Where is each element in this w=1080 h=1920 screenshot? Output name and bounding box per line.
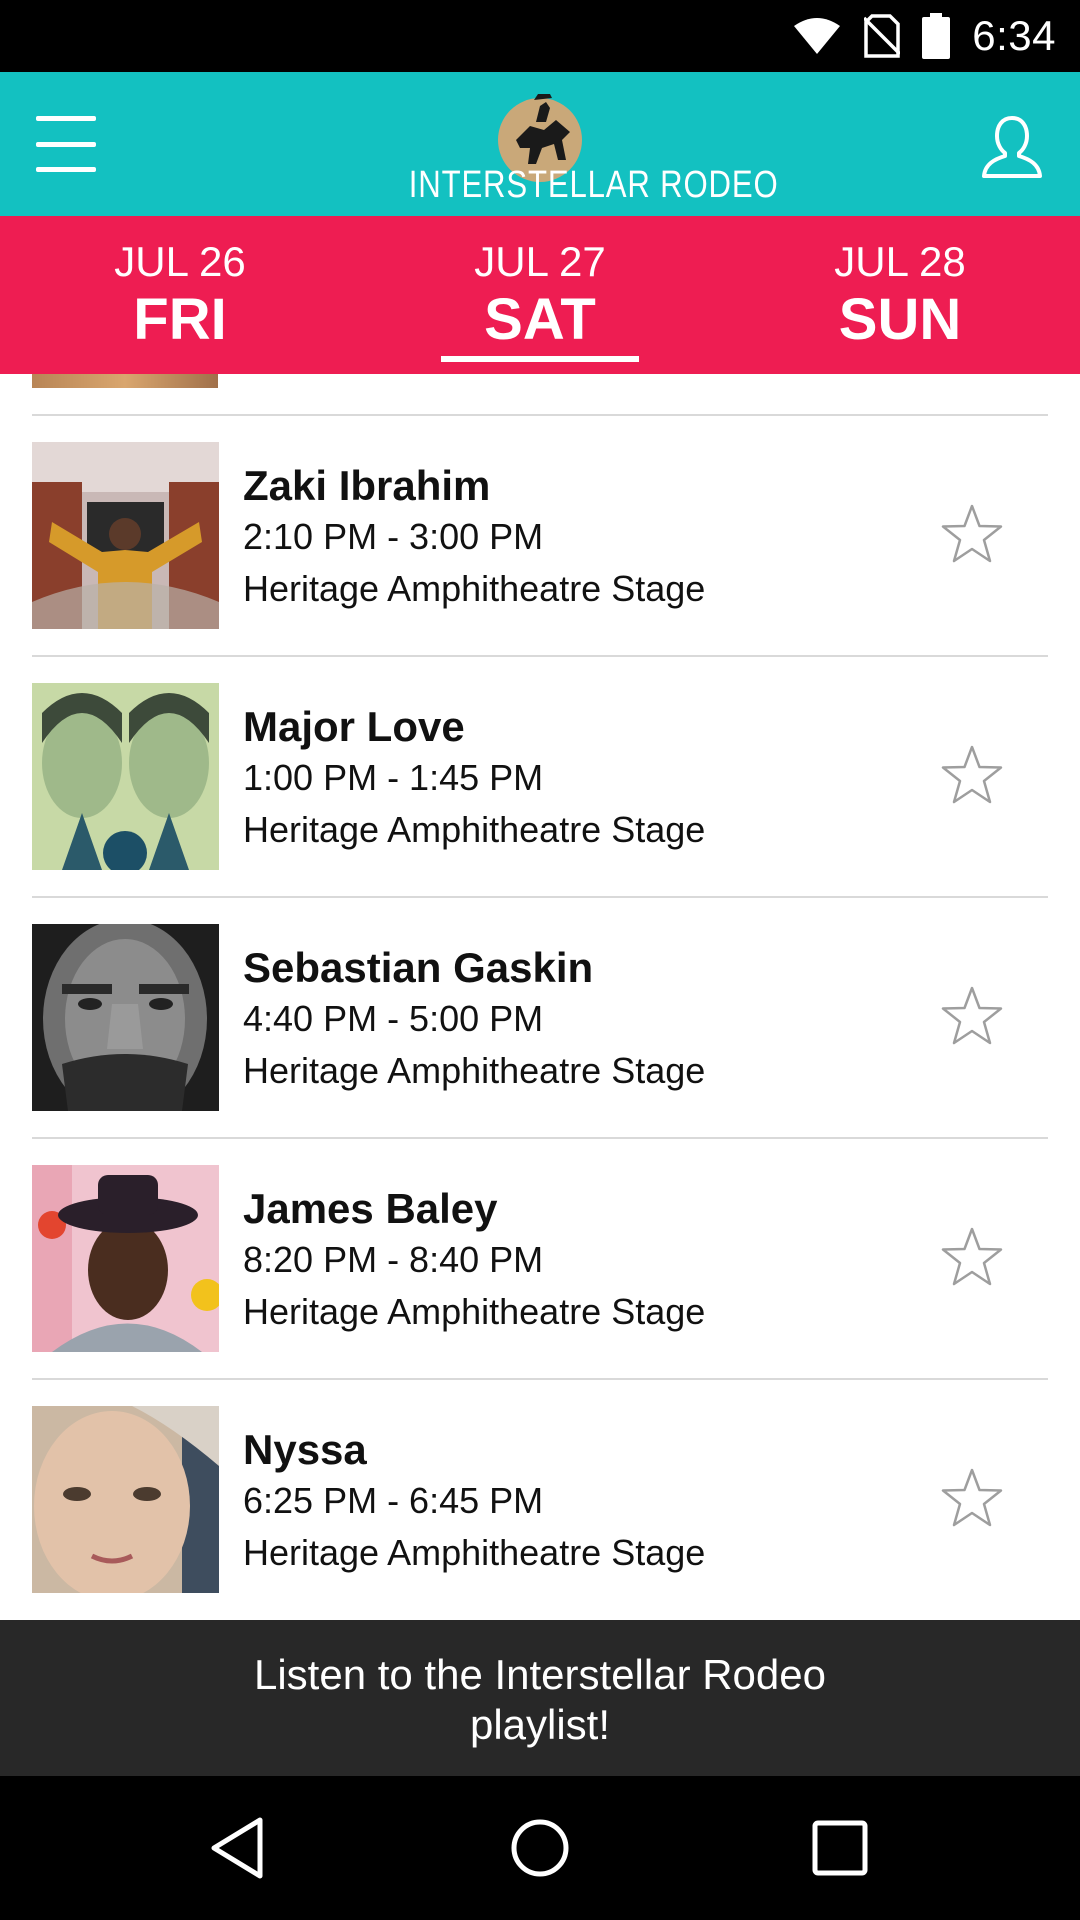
- status-bar: 6:34: [0, 0, 1080, 72]
- no-sim-icon: [864, 14, 901, 58]
- tab-date: JUL 26: [114, 238, 246, 285]
- artist-row[interactable]: Sebastian Gaskin 4:40 PM - 5:00 PM Herit…: [32, 896, 1048, 1137]
- artist-photo: [32, 924, 219, 1111]
- tab-date: JUL 28: [834, 238, 966, 285]
- partial-artist-thumbnail: [32, 374, 218, 388]
- favorite-star-icon[interactable]: [940, 502, 1004, 566]
- artist-time: 1:00 PM - 1:45 PM: [243, 757, 544, 798]
- artist-photo: [32, 1406, 219, 1593]
- favorite-star-icon[interactable]: [940, 743, 1004, 807]
- artist-row[interactable]: James Baley 8:20 PM - 8:40 PM Heritage A…: [32, 1137, 1048, 1378]
- day-tabs: JUL 26 FRI JUL 27 SAT JUL 28 SUN: [0, 216, 1080, 374]
- artist-stage: Heritage Amphitheatre Stage: [243, 1291, 706, 1332]
- artist-name: Zaki Ibrahim: [243, 462, 491, 509]
- tab-jul-27[interactable]: JUL 27 SAT: [360, 216, 720, 374]
- user-profile-icon[interactable]: [980, 112, 1044, 180]
- artist-name: Nyssa: [243, 1426, 367, 1473]
- home-circle-icon[interactable]: [498, 1806, 582, 1890]
- tab-jul-28[interactable]: JUL 28 SUN: [720, 216, 1080, 374]
- wifi-icon: [794, 18, 841, 54]
- playlist-banner-button[interactable]: Listen to the Interstellar Rodeo playlis…: [0, 1620, 1080, 1776]
- artist-time: 8:20 PM - 8:40 PM: [243, 1239, 544, 1280]
- favorite-star-icon[interactable]: [940, 1466, 1004, 1530]
- hamburger-menu-icon: [36, 116, 96, 121]
- recents-square-icon[interactable]: [798, 1806, 882, 1890]
- artist-row[interactable]: Major Love 1:00 PM - 1:45 PM Heritage Am…: [32, 655, 1048, 896]
- tab-day: SUN: [838, 287, 962, 352]
- battery-icon: [922, 13, 951, 59]
- favorite-star-icon[interactable]: [940, 1225, 1004, 1289]
- back-triangle-icon[interactable]: [198, 1806, 282, 1890]
- artist-stage: Heritage Amphitheatre Stage: [243, 1050, 706, 1091]
- logo-text: INTERSTELLAR RODEO: [408, 164, 779, 206]
- artist-name: James Baley: [243, 1185, 498, 1232]
- app-header: INTERSTELLAR RODEO: [0, 72, 1080, 216]
- selected-tab-indicator: [441, 356, 639, 362]
- favorite-star-icon[interactable]: [940, 984, 1004, 1048]
- status-time: 6:34: [972, 12, 1056, 59]
- artist-name: Major Love: [243, 703, 465, 750]
- artist-row[interactable]: Nyssa 6:25 PM - 6:45 PM Heritage Amphith…: [32, 1378, 1048, 1619]
- system-nav-bar: [0, 1776, 1080, 1920]
- artist-name: Sebastian Gaskin: [243, 944, 594, 991]
- artist-photo: [32, 1165, 219, 1352]
- artist-stage: Heritage Amphitheatre Stage: [243, 568, 706, 609]
- tab-date: JUL 27: [474, 238, 606, 285]
- tab-day: FRI: [133, 287, 227, 352]
- artist-time: 6:25 PM - 6:45 PM: [243, 1480, 544, 1521]
- app-logo: INTERSTELLAR RODEO: [380, 80, 779, 210]
- artist-time: 4:40 PM - 5:00 PM: [243, 998, 544, 1039]
- artist-photo: [32, 442, 219, 629]
- artist-time: 2:10 PM - 3:00 PM: [243, 516, 544, 557]
- artist-stage: Heritage Amphitheatre Stage: [243, 809, 706, 850]
- tab-day: SAT: [484, 287, 596, 352]
- artist-row[interactable]: Zaki Ibrahim 2:10 PM - 3:00 PM Heritage …: [32, 414, 1048, 655]
- artist-list[interactable]: Zaki Ibrahim 2:10 PM - 3:00 PM Heritage …: [0, 374, 1080, 1620]
- menu-button[interactable]: [36, 116, 96, 172]
- playlist-banner-text: Listen to the Interstellar Rodeo playlis…: [253, 1651, 826, 1748]
- tab-jul-26[interactable]: JUL 26 FRI: [0, 216, 360, 374]
- artist-photo: [32, 683, 219, 870]
- artist-stage: Heritage Amphitheatre Stage: [243, 1532, 706, 1573]
